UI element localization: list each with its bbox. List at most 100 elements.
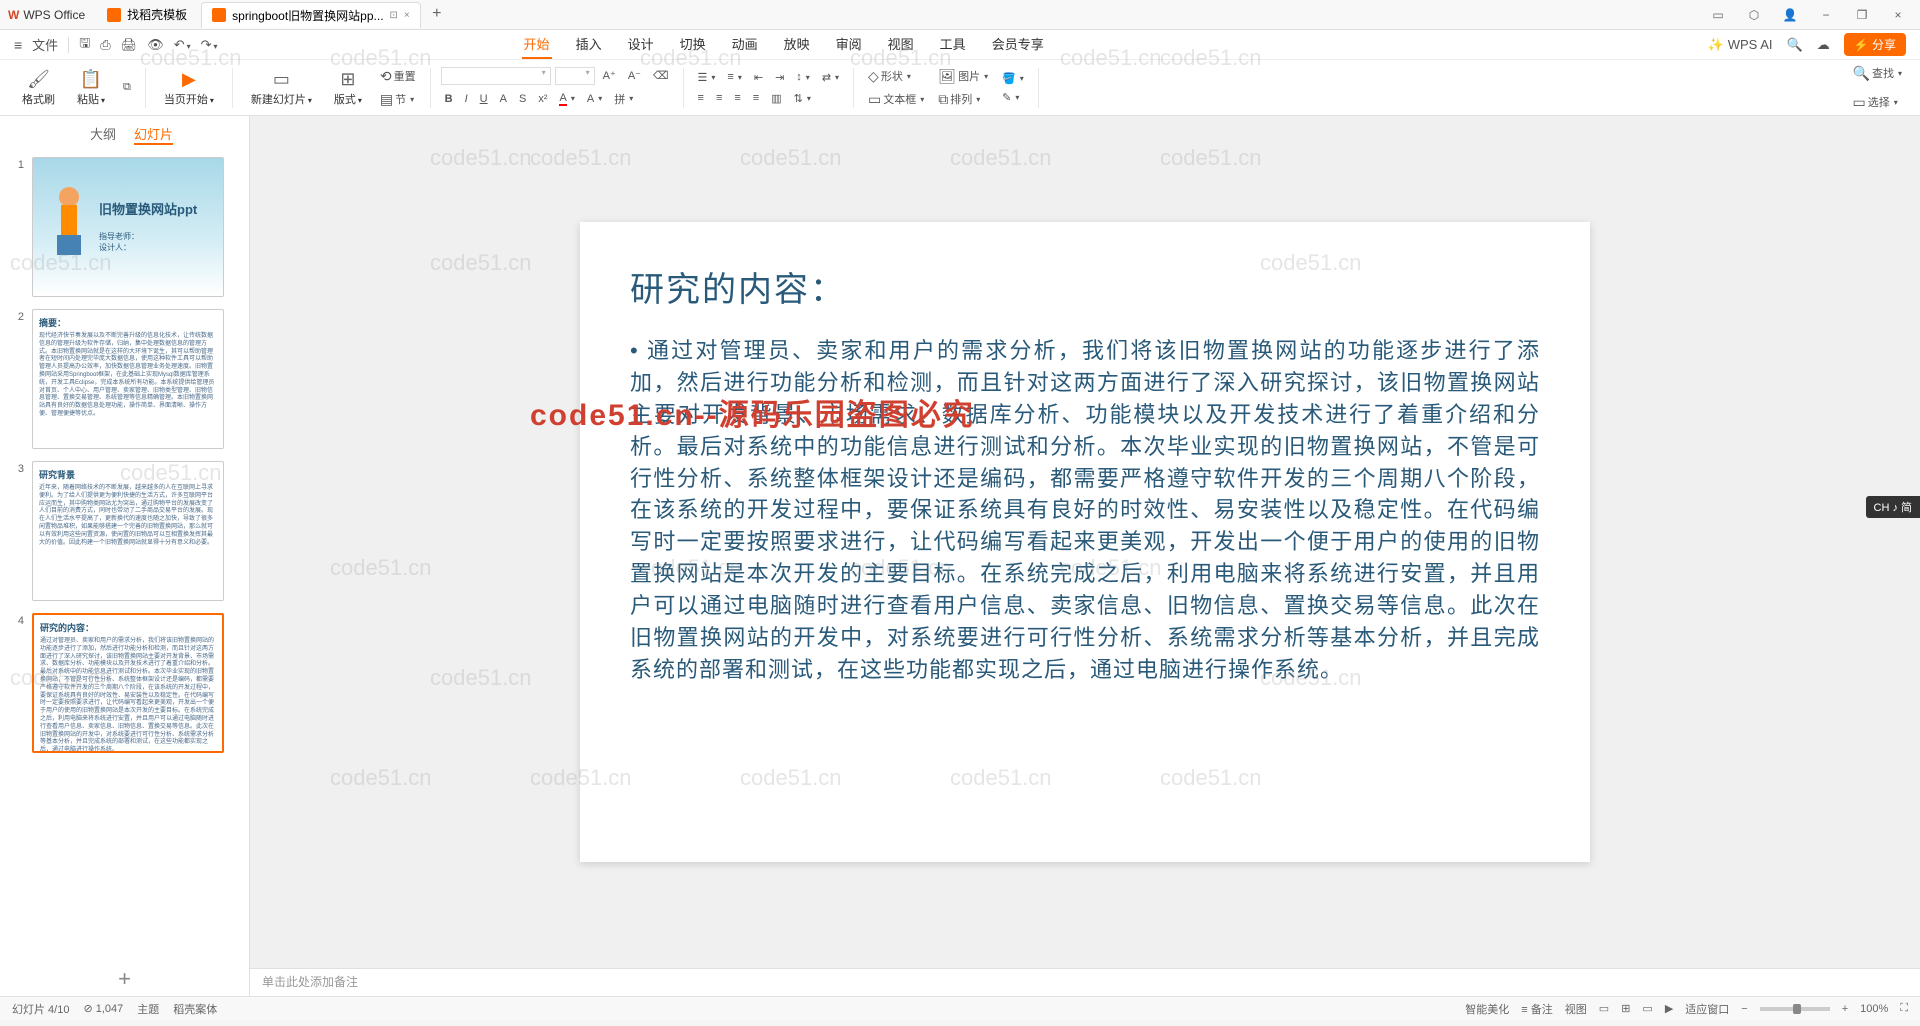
- notes-pane[interactable]: 单击此处添加备注: [250, 968, 1920, 996]
- align-justify-icon[interactable]: ≡: [749, 90, 763, 107]
- tab-presentation[interactable]: springboot旧物置换网站pp... ⊡ ×: [201, 2, 421, 28]
- arrange-button[interactable]: ⧉排列▾: [934, 89, 992, 110]
- pin-icon[interactable]: ⊡: [390, 10, 398, 21]
- outline-icon[interactable]: ✎▾: [998, 89, 1028, 106]
- redo-icon[interactable]: ↷▾: [201, 37, 218, 53]
- textbox-button[interactable]: ▭文本框▾: [864, 89, 928, 110]
- minimize-icon[interactable]: −: [1812, 5, 1840, 25]
- tab-transition[interactable]: 切换: [678, 30, 708, 59]
- superscript-icon[interactable]: x²: [534, 89, 551, 109]
- slide-body[interactable]: • 通过对管理员、卖家和用户的需求分析，我们将该旧物置换网站的功能逐步进行了添加…: [630, 335, 1540, 686]
- layout-icon[interactable]: ▭: [1704, 5, 1732, 25]
- copy-icon[interactable]: ⧉: [119, 79, 135, 96]
- file-menu[interactable]: 文件: [32, 35, 58, 54]
- text-direction-icon[interactable]: ⇅▾: [790, 90, 815, 107]
- slide-title[interactable]: 研究的内容：: [630, 262, 1540, 311]
- undo-icon[interactable]: ↶▾: [174, 37, 191, 53]
- ime-indicator[interactable]: CH ♪ 简: [1866, 496, 1920, 518]
- wps-ai[interactable]: ✨ WPS AI: [1708, 37, 1773, 53]
- tab-review[interactable]: 审阅: [834, 30, 864, 59]
- phonetic-icon[interactable]: 拼▾: [610, 89, 637, 109]
- view-label[interactable]: 视图: [1565, 1001, 1587, 1017]
- reading-view-icon[interactable]: ▭: [1642, 1002, 1652, 1015]
- tab-start[interactable]: 开始: [522, 30, 552, 59]
- theme-label[interactable]: 主题: [137, 1001, 159, 1017]
- convert-icon[interactable]: ⇄▾: [818, 69, 843, 86]
- align-left-icon[interactable]: ≡: [694, 90, 708, 107]
- slide[interactable]: 研究的内容： • 通过对管理员、卖家和用户的需求分析，我们将该旧物置换网站的功能…: [580, 222, 1590, 862]
- add-slide-button[interactable]: +: [0, 962, 249, 996]
- numbering-icon[interactable]: ≡▾: [723, 69, 745, 86]
- fill-icon[interactable]: 🪣▾: [998, 70, 1028, 87]
- tab-template[interactable]: 找稻壳模板: [97, 2, 197, 28]
- slide-thumbnail-2[interactable]: 摘要： 现代经济快节奏发展以及不断完善升级的信息化技术，让传统数据信息的管理升级…: [32, 309, 224, 449]
- slides-tab[interactable]: 幻灯片: [134, 124, 173, 145]
- tab-design[interactable]: 设计: [626, 30, 656, 59]
- sorter-view-icon[interactable]: ⊞: [1621, 1002, 1630, 1015]
- export-icon[interactable]: ⎙: [100, 37, 110, 53]
- tab-insert[interactable]: 插入: [574, 30, 604, 59]
- align-right-icon[interactable]: ≡: [730, 90, 744, 107]
- indent-right-icon[interactable]: ⇥: [771, 69, 788, 86]
- format-painter-button[interactable]: 🖌格式刷: [14, 67, 63, 109]
- new-slide-button[interactable]: ▭新建幻灯片▾: [243, 67, 320, 109]
- zoom-in-icon[interactable]: +: [1842, 1003, 1848, 1015]
- add-tab-button[interactable]: +: [425, 2, 449, 26]
- zoom-out-icon[interactable]: −: [1741, 1003, 1747, 1015]
- font-size-select[interactable]: ▾: [555, 67, 595, 85]
- align-center-icon[interactable]: ≡: [712, 90, 726, 107]
- close-icon[interactable]: ×: [404, 10, 410, 21]
- package-icon[interactable]: ⬡: [1740, 5, 1768, 25]
- select-button[interactable]: ▭选择▾: [1849, 92, 1906, 113]
- close-window-icon[interactable]: ×: [1884, 5, 1912, 25]
- start-page-button[interactable]: ▶当页开始▾: [156, 67, 222, 109]
- preview-icon[interactable]: 👁: [147, 37, 164, 53]
- notes-toggle[interactable]: ≡ 备注: [1521, 1001, 1552, 1017]
- section-button[interactable]: ▤节▾: [376, 89, 420, 110]
- slide-thumbnail-1[interactable]: 旧物置换网站ppt 指导老师： 设计人：: [32, 157, 224, 297]
- tab-member[interactable]: 会员专享: [990, 30, 1046, 59]
- strikethrough-icon[interactable]: S: [515, 89, 530, 109]
- tab-slideshow[interactable]: 放映: [782, 30, 812, 59]
- underline-icon[interactable]: U: [476, 89, 492, 109]
- outline-tab[interactable]: 大纲: [90, 124, 116, 145]
- cloud-icon[interactable]: ☁: [1817, 37, 1830, 53]
- font-family-select[interactable]: ▾: [441, 67, 551, 85]
- avatar-icon[interactable]: 👤: [1776, 5, 1804, 25]
- paste-button[interactable]: 📋粘贴▾: [69, 67, 113, 109]
- line-spacing-icon[interactable]: ↕▾: [792, 69, 814, 86]
- word-count[interactable]: ⊘ 1,047: [83, 1002, 123, 1015]
- tab-view[interactable]: 视图: [886, 30, 916, 59]
- thumbnails[interactable]: 1 旧物置换网站ppt 指导老师： 设计人： 2 摘要： 现代经济快节奏发展: [0, 151, 249, 962]
- font-color-icon[interactable]: A▾: [555, 89, 578, 109]
- italic-icon[interactable]: I: [461, 89, 472, 109]
- bullets-icon[interactable]: ☰▾: [694, 69, 720, 86]
- slide-canvas[interactable]: 研究的内容： • 通过对管理员、卖家和用户的需求分析，我们将该旧物置换网站的功能…: [250, 116, 1920, 968]
- increase-font-icon[interactable]: A⁺: [599, 67, 620, 85]
- zoom-level[interactable]: 100%: [1860, 1003, 1888, 1015]
- tab-tools[interactable]: 工具: [938, 30, 968, 59]
- fit-window[interactable]: 适应窗口: [1685, 1001, 1729, 1017]
- clear-format-icon[interactable]: ⌫: [649, 67, 673, 85]
- image-button[interactable]: 🖼图片▾: [934, 66, 992, 87]
- find-button[interactable]: 🔍查找▾: [1849, 63, 1906, 84]
- tab-animation[interactable]: 动画: [730, 30, 760, 59]
- columns-icon[interactable]: ▥: [767, 90, 785, 107]
- decrease-font-icon[interactable]: A⁻: [624, 67, 645, 85]
- highlight-icon[interactable]: A: [496, 89, 511, 109]
- slideshow-view-icon[interactable]: ▶: [1665, 1002, 1673, 1015]
- text-effect-icon[interactable]: A▾: [583, 89, 606, 109]
- indent-left-icon[interactable]: ⇤: [750, 69, 767, 86]
- print-icon[interactable]: 🖨: [121, 37, 138, 53]
- shape-button[interactable]: ◇形状▾: [864, 66, 928, 87]
- hamburger-icon[interactable]: ≡: [14, 37, 22, 53]
- layout-button[interactable]: ⊞版式▾: [326, 67, 370, 109]
- normal-view-icon[interactable]: ▭: [1599, 1002, 1609, 1015]
- search-icon[interactable]: 🔍: [1787, 37, 1803, 53]
- zoom-slider[interactable]: [1760, 1007, 1830, 1011]
- save-icon[interactable]: 🖫: [79, 34, 90, 56]
- share-button[interactable]: ⚡ 分享: [1844, 33, 1906, 56]
- smart-beautify[interactable]: 智能美化: [1465, 1001, 1509, 1017]
- expand-icon[interactable]: ⛶: [1900, 1002, 1908, 1015]
- reset-button[interactable]: ⟲重置: [376, 66, 420, 87]
